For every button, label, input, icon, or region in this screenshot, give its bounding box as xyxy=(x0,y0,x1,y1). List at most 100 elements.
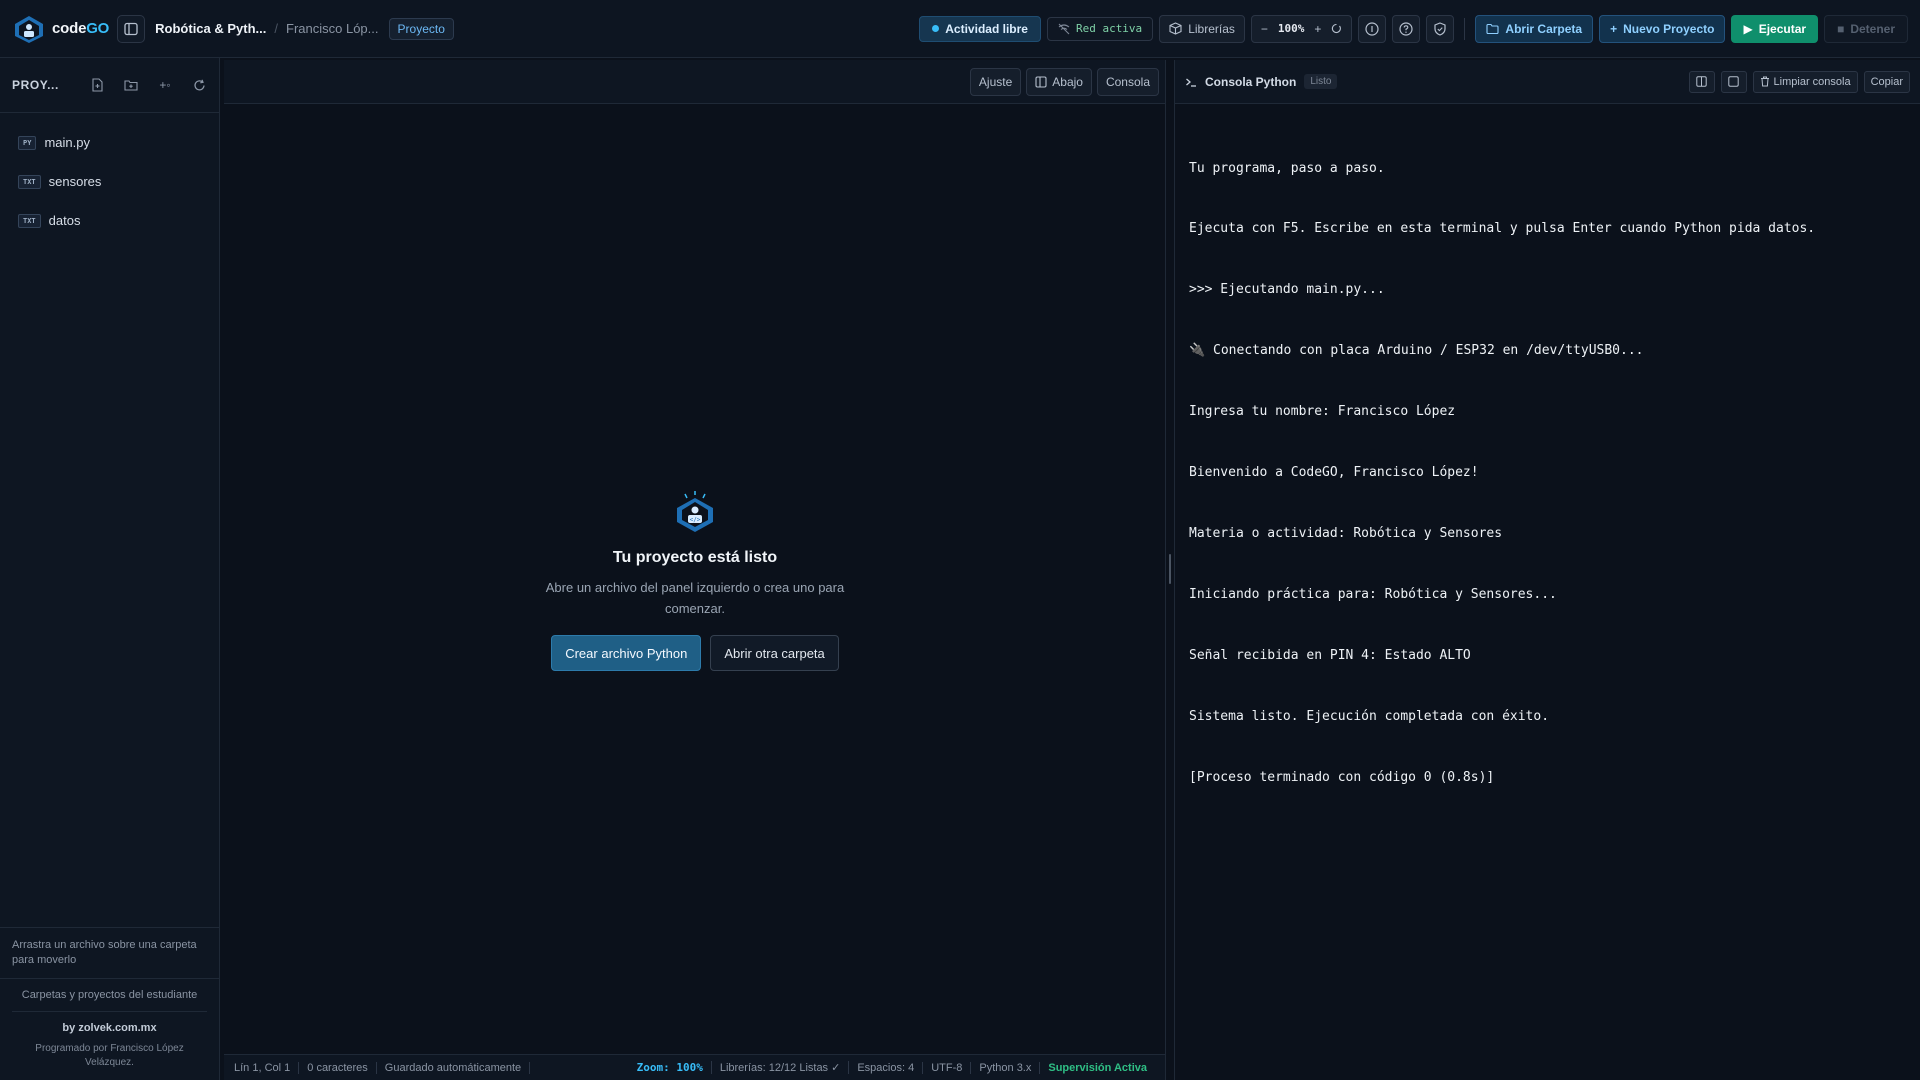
zoom-in-button[interactable]: + xyxy=(1314,22,1321,36)
run-button[interactable]: ▶ Ejecutar xyxy=(1731,14,1819,43)
terminal-icon xyxy=(1186,78,1196,87)
codego-logo-icon xyxy=(15,15,43,43)
network-label: Red activa xyxy=(1075,22,1143,35)
zoom-out-button[interactable]: − xyxy=(1261,22,1268,36)
text-file-icon: TXT xyxy=(18,174,41,189)
stop-button[interactable]: ■ Detener xyxy=(1824,14,1908,43)
file-item-datos[interactable]: TXT datos xyxy=(0,201,219,240)
console-line: Bienvenido a CodeGO, Francisco López! xyxy=(1189,465,1479,481)
split-view-button[interactable] xyxy=(1688,70,1715,93)
open-folder-label: Abrir Carpeta xyxy=(1505,21,1583,36)
top-bar: codeGO Robótica & Pyth... / Francisco Ló… xyxy=(0,0,1920,58)
author-name: Francisco Lóp... xyxy=(286,21,379,36)
sidebar-toggle-icon xyxy=(124,22,138,35)
console-line: Tu programa, paso a paso. xyxy=(1189,160,1385,176)
cursor-position[interactable]: Lín 1, Col 1 xyxy=(234,1061,300,1074)
splitter-grip-icon[interactable] xyxy=(1169,554,1171,584)
console-output[interactable]: Tu programa, paso a paso. Ejecuta con F5… xyxy=(1175,104,1920,842)
console-header: Consola Python Listo Limpiar consola Cop… xyxy=(1175,60,1920,104)
help-button[interactable] xyxy=(1392,14,1421,43)
folder-icon xyxy=(1486,23,1499,34)
layout-down-label: Abajo xyxy=(1052,74,1083,89)
open-folder-button[interactable]: Abrir Carpeta xyxy=(1475,14,1594,43)
project-title[interactable]: Robótica & Pyth... xyxy=(155,21,266,36)
console-line: Materia o actividad: Robótica y Sensores xyxy=(1189,525,1503,541)
python-version[interactable]: Python 3.x xyxy=(971,1061,1041,1074)
indent-setting[interactable]: Espacios: 4 xyxy=(849,1061,924,1074)
status-zoom: Zoom: 100% xyxy=(629,1061,712,1074)
file-item-sensores[interactable]: TXT sensores xyxy=(0,162,219,201)
status-bar: Lín 1, Col 1 0 caracteres Guardado autom… xyxy=(224,1054,1165,1080)
sidebar-footer: Arrastra un archivo sobre una carpeta pa… xyxy=(0,927,219,1080)
empty-description: Abre un archivo del panel izquierdo o cr… xyxy=(545,580,845,616)
info-button[interactable] xyxy=(1358,14,1387,43)
empty-title: Tu proyecto está listo xyxy=(612,549,778,566)
expand-collapse-icon[interactable]: +◦ xyxy=(157,77,173,93)
file-name: datos xyxy=(48,213,81,228)
clear-console-label: Limpiar consola xyxy=(1773,75,1851,88)
status-libraries[interactable]: Librerías: 12/12 Listas ✓ xyxy=(712,1061,850,1074)
supervision-status: Supervisión Activa xyxy=(1048,1061,1147,1074)
trash-icon xyxy=(1760,76,1769,87)
console-line: >>> Ejecutando main.py... xyxy=(1189,282,1385,298)
encoding[interactable]: UTF-8 xyxy=(923,1061,972,1074)
new-file-icon[interactable] xyxy=(89,77,105,93)
project-badge: Proyecto xyxy=(388,17,454,40)
wifi-off-icon xyxy=(1058,23,1070,34)
new-folder-icon[interactable] xyxy=(123,77,139,93)
file-name: main.py xyxy=(44,135,90,150)
create-python-file-button[interactable]: Crear archivo Python xyxy=(551,635,702,671)
panel-splitter[interactable] xyxy=(1167,60,1173,1080)
clear-console-button[interactable]: Limpiar consola xyxy=(1752,70,1858,93)
split-view-icon xyxy=(1696,76,1707,87)
activity-label: Actividad libre xyxy=(945,21,1028,36)
sidebar-toggle-button[interactable] xyxy=(117,14,146,43)
new-project-label: Nuevo Proyecto xyxy=(1623,21,1715,36)
info-icon xyxy=(1365,21,1380,36)
open-other-folder-button[interactable]: Abrir otra carpeta xyxy=(710,635,839,671)
security-button[interactable] xyxy=(1426,14,1455,43)
autosave-status: Guardado automáticamente xyxy=(377,1061,531,1074)
zoom-reset-icon[interactable] xyxy=(1331,23,1342,34)
maximize-button[interactable] xyxy=(1720,70,1747,93)
libraries-label: Librerías xyxy=(1188,21,1235,36)
project-sidebar: PROY... +◦ PY main.py TXT sensores TXT d… xyxy=(0,58,220,1080)
status-dot-icon xyxy=(932,25,940,32)
new-project-button[interactable]: + Nuevo Proyecto xyxy=(1599,14,1726,43)
plus-icon: + xyxy=(1610,21,1618,36)
zoom-value: 100% xyxy=(1277,22,1305,35)
console-title: Consola Python xyxy=(1205,74,1297,89)
libraries-button[interactable]: Librerías xyxy=(1159,14,1245,43)
layout-icon xyxy=(1035,75,1047,88)
network-status-pill[interactable]: Red activa xyxy=(1046,16,1154,41)
char-count: 0 caracteres xyxy=(299,1061,377,1074)
credit-by[interactable]: by zolvek.com.mx xyxy=(12,1022,207,1034)
sidebar-caption: Carpetas y proyectos del estudiante xyxy=(0,978,219,1011)
credits: by zolvek.com.mx Programado por Francisc… xyxy=(12,1011,207,1080)
toolbar-divider xyxy=(1464,17,1466,40)
console-line: Iniciando práctica para: Robótica y Sens… xyxy=(1189,586,1557,602)
file-item-main-py[interactable]: PY main.py xyxy=(0,123,219,162)
app-name: codeGO xyxy=(52,20,110,37)
refresh-icon[interactable] xyxy=(191,77,207,93)
console-line: 🔌 Conectando con placa Arduino / ESP32 e… xyxy=(1189,343,1644,359)
console-line: Ejecuta con F5. Escribe en esta terminal… xyxy=(1189,221,1816,237)
layout-down-button[interactable]: Abajo xyxy=(1026,67,1092,96)
run-label: Ejecutar xyxy=(1758,21,1807,36)
console-line: Señal recibida en PIN 4: Estado ALTO xyxy=(1189,647,1471,663)
activity-mode-pill[interactable]: Actividad libre xyxy=(919,15,1041,42)
copy-output-button[interactable]: Copiar xyxy=(1863,70,1910,93)
zoom-control: − 100% + xyxy=(1250,14,1353,43)
console-status-badge: Listo xyxy=(1304,74,1338,89)
app-logo[interactable]: codeGO xyxy=(12,14,109,44)
console-line: Ingresa tu nombre: Francisco López xyxy=(1189,404,1456,420)
sidebar-header: PROY... +◦ xyxy=(0,58,219,113)
stop-label: Detener xyxy=(1850,21,1895,36)
shield-icon xyxy=(1434,21,1447,36)
console-toggle-button[interactable]: Consola xyxy=(1096,67,1159,96)
stop-icon: ■ xyxy=(1837,21,1845,36)
word-wrap-button[interactable]: Ajuste xyxy=(969,67,1022,96)
drag-hint: Arrastra un archivo sobre una carpeta pa… xyxy=(0,927,219,978)
editor-panel: Ajuste Abajo Consola </> Tu proyecto est… xyxy=(224,60,1166,1080)
python-file-icon: PY xyxy=(18,135,37,150)
